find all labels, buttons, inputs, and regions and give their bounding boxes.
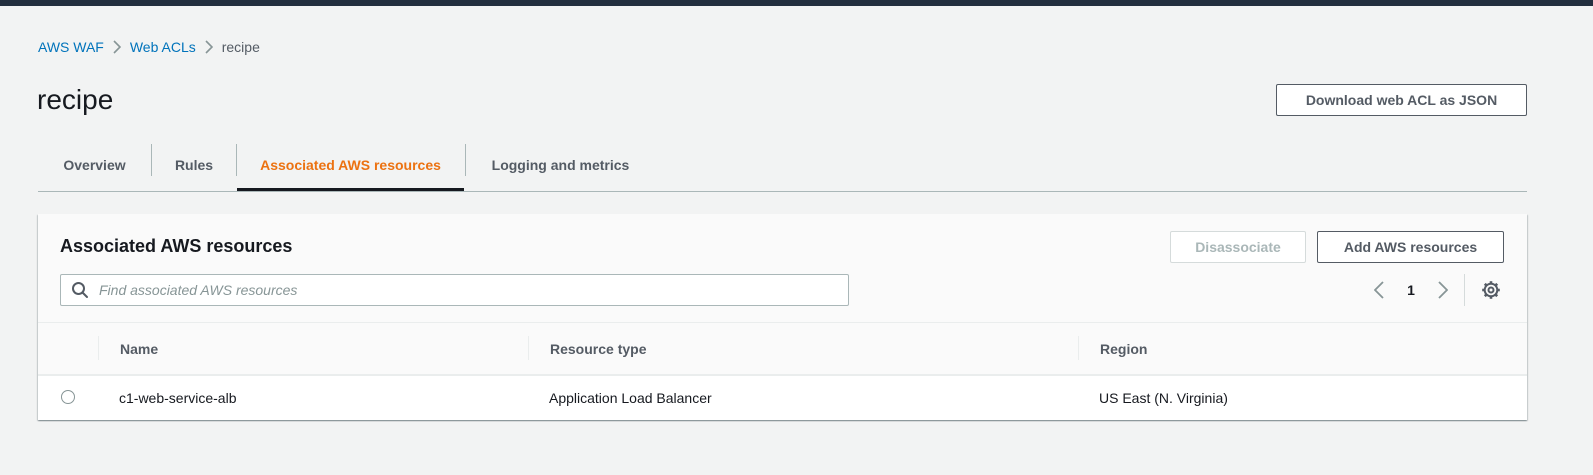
breadcrumb-current: recipe: [221, 39, 260, 55]
column-divider: [1078, 336, 1079, 360]
search-field: [60, 274, 849, 306]
column-divider: [528, 336, 529, 360]
column-header-resource-type[interactable]: Resource type: [550, 323, 646, 375]
resource-name: c1-web-service-alb: [119, 390, 237, 406]
search-input[interactable]: [99, 276, 839, 304]
gear-icon[interactable]: [1479, 278, 1503, 302]
chevron-right-icon: [104, 37, 130, 57]
next-page-icon[interactable]: [1432, 276, 1454, 304]
column-header-region[interactable]: Region: [1100, 323, 1147, 375]
breadcrumb: AWS WAF Web ACLs recipe: [38, 37, 260, 57]
breadcrumb-link-web-acls[interactable]: Web ACLs: [130, 39, 196, 55]
table-header: Name Resource type Region: [38, 322, 1527, 375]
current-page-number[interactable]: 1: [1390, 282, 1432, 298]
top-navigation-bar: [0, 0, 1593, 6]
page-title: recipe: [37, 84, 114, 115]
tab-logging-and-metrics[interactable]: Logging and metrics: [466, 138, 655, 191]
tab-bar: Overview Rules Associated AWS resources …: [38, 138, 1527, 192]
table-row[interactable]: c1-web-service-alb Application Load Bala…: [38, 375, 1527, 420]
active-tab-indicator: [237, 188, 464, 191]
tab-associated-aws-resources[interactable]: Associated AWS resources: [237, 138, 464, 191]
row-select-radio[interactable]: [61, 390, 75, 404]
chevron-right-icon: [196, 37, 222, 57]
column-header-name[interactable]: Name: [120, 323, 158, 375]
pagination-divider: [1464, 274, 1465, 306]
add-aws-resources-button[interactable]: Add AWS resources: [1317, 231, 1504, 263]
column-divider: [98, 336, 99, 360]
breadcrumb-link-aws-waf[interactable]: AWS WAF: [38, 39, 104, 55]
panel-title: Associated AWS resources: [60, 236, 293, 256]
disassociate-button[interactable]: Disassociate: [1170, 231, 1306, 263]
resource-region: US East (N. Virginia): [1099, 390, 1228, 406]
tab-rules[interactable]: Rules: [152, 138, 236, 191]
tab-overview[interactable]: Overview: [38, 138, 151, 191]
associated-resources-panel: Associated AWS resources Disassociate Ad…: [38, 214, 1527, 420]
resource-type: Application Load Balancer: [549, 390, 712, 406]
previous-page-icon[interactable]: [1368, 276, 1390, 304]
search-icon: [61, 275, 99, 305]
download-json-button[interactable]: Download web ACL as JSON: [1276, 84, 1527, 116]
pagination: 1: [1368, 276, 1454, 304]
